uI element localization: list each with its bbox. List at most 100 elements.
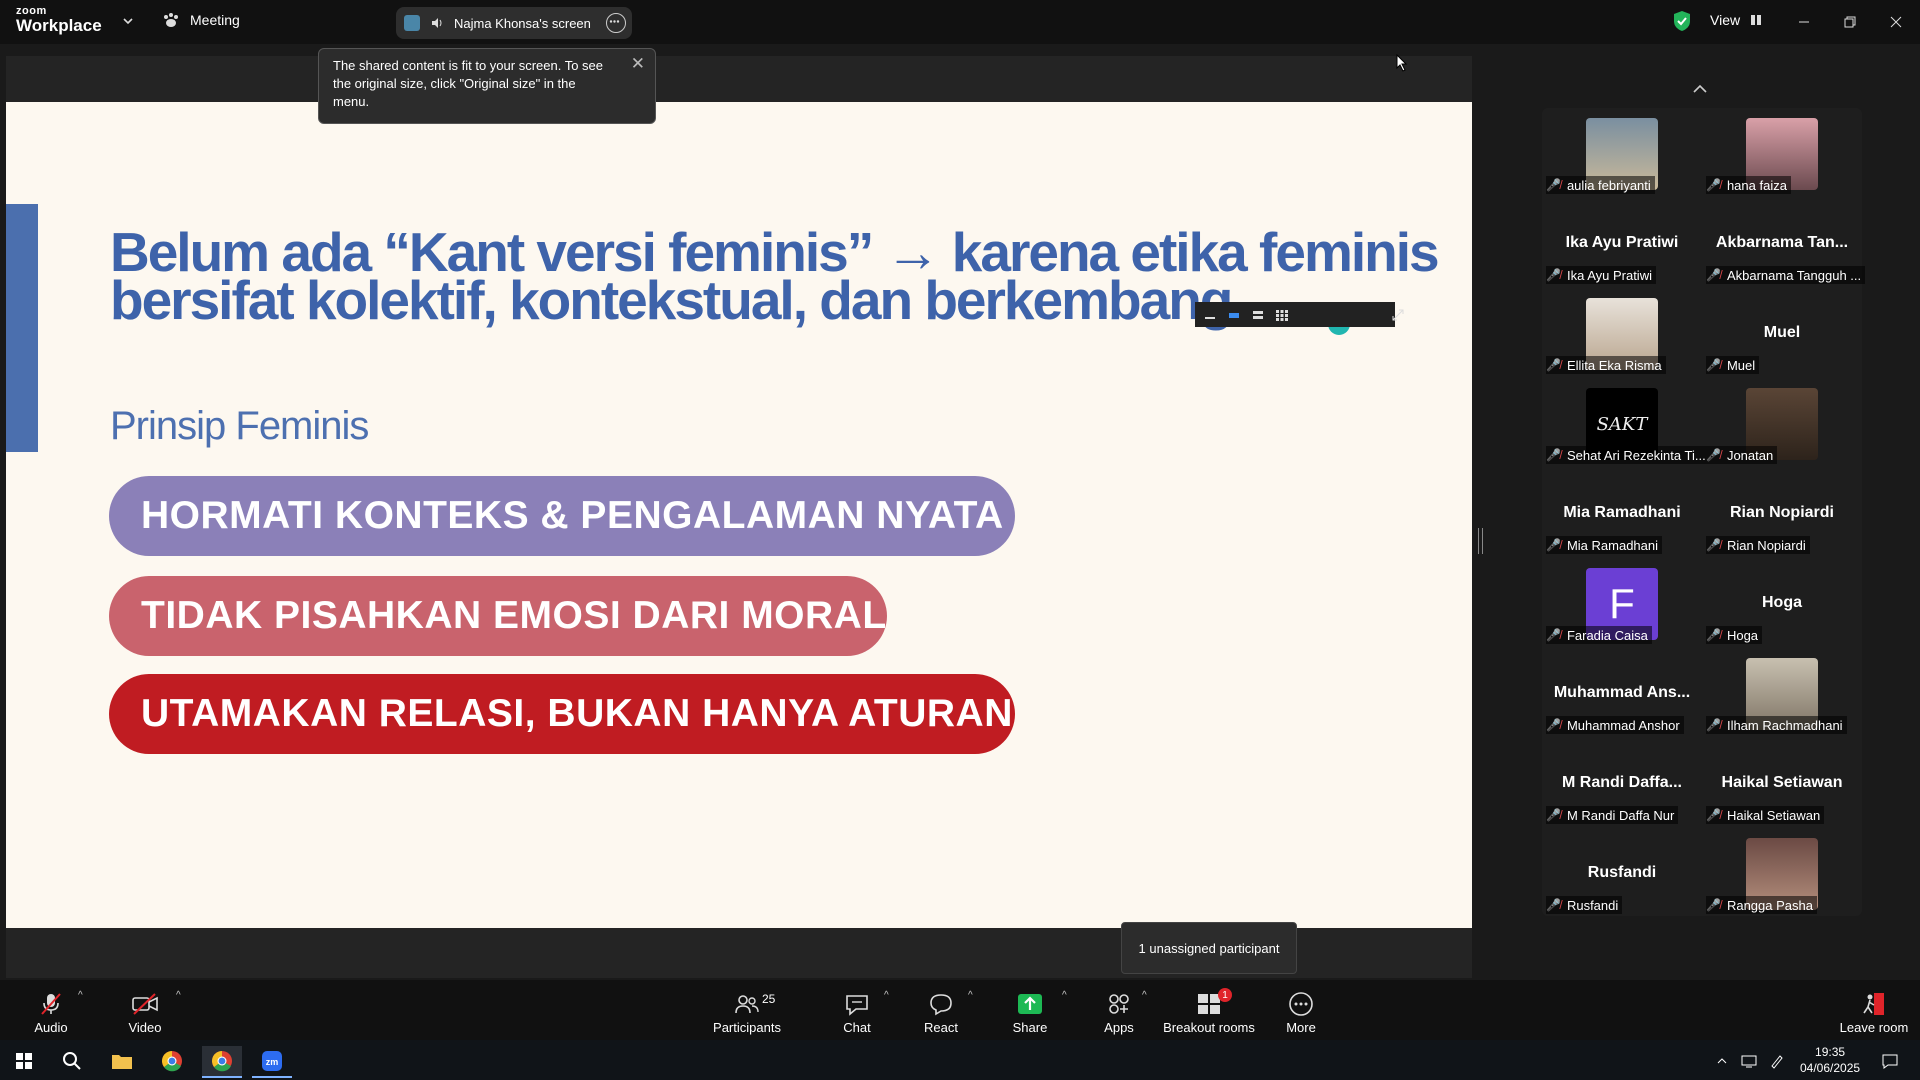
meeting-toolbar: Audio ^ Video ^ Participants 25 Chat ^ R… — [0, 980, 1920, 1040]
breakout-rooms-label: Breakout rooms — [1163, 1020, 1255, 1035]
mic-muted-icon: 🎤̸ — [1706, 808, 1721, 822]
notification-center-icon[interactable] — [1870, 1046, 1910, 1076]
unassigned-participant-tooltip: 1 unassigned participant — [1121, 922, 1297, 974]
chevron-down-icon[interactable] — [122, 15, 134, 27]
chat-options-caret-icon[interactable]: ^ — [884, 990, 889, 1001]
participant-gallery: 🎤̸ aulia febriyanti 🎤̸ hana faiza Ika Ayu … — [1542, 108, 1866, 918]
share-indicator[interactable]: Najma Khonsa's screen — [396, 7, 632, 39]
participant-tile[interactable]: 🎤̸ Rangga Pasha — [1702, 828, 1862, 918]
breakout-rooms-button[interactable]: Breakout rooms — [1163, 980, 1255, 1040]
mic-muted-icon: 🎤̸ — [1706, 358, 1721, 372]
apps-options-caret-icon[interactable]: ^ — [1142, 990, 1147, 1001]
fit-to-screen-notification: The shared content is fit to your screen… — [318, 48, 656, 124]
strip-view-icon[interactable] — [1251, 310, 1265, 320]
tooltip-text: 1 unassigned participant — [1138, 940, 1280, 956]
participant-tile[interactable]: 🎤̸ hana faiza — [1702, 108, 1862, 198]
mic-muted-icon: 🎤̸ — [1706, 628, 1721, 642]
system-clock[interactable]: 19:35 04/06/2025 — [1800, 1044, 1860, 1076]
mic-muted-icon — [38, 990, 64, 1018]
network-icon[interactable] — [1736, 1046, 1762, 1076]
participant-name: Hoga — [1726, 627, 1759, 643]
minimize-icon[interactable] — [1203, 310, 1217, 320]
share-indicator-label: Najma Khonsa's screen — [454, 15, 591, 31]
participant-label: 🎤̸ Faradia Caisa — [1546, 626, 1652, 644]
participant-tile[interactable]: Akbarnama Tan... 🎤̸ Akbarnama Tangguh ... — [1702, 198, 1866, 288]
mic-muted-icon: 🎤̸ — [1546, 268, 1561, 282]
encryption-shield-icon[interactable] — [1672, 10, 1692, 32]
participant-tile[interactable]: Muhammad Ans... 🎤̸ Muhammad Anshor — [1542, 648, 1702, 738]
participant-tile[interactable]: Hoga 🎤̸ Hoga — [1702, 558, 1862, 648]
grid-view-icon — [1750, 14, 1762, 26]
scroll-up-icon[interactable] — [1692, 84, 1708, 94]
video-button[interactable]: Video — [110, 980, 180, 1040]
speaker-view-icon[interactable] — [1227, 310, 1241, 320]
participant-tile[interactable]: SAKT 🎤̸ Sehat Ari Rezekinta Ti... — [1542, 378, 1706, 468]
participant-tile[interactable]: 🎤̸ Ilham Rachmadhani — [1702, 648, 1862, 738]
participant-name: aulia febriyanti — [1566, 177, 1651, 193]
participant-name: Ilham Rachmadhani — [1726, 717, 1843, 733]
gallery-view-icon[interactable] — [1275, 309, 1289, 321]
pen-icon[interactable] — [1764, 1046, 1790, 1076]
participant-tile[interactable]: Haikal Setiawan 🎤̸ Haikal Setiawan — [1702, 738, 1862, 828]
principle-pill: HORMATI KONTEKS & PENGALAMAN NYATA — [109, 476, 1015, 556]
video-options-caret-icon[interactable]: ^ — [176, 990, 181, 1001]
participant-tile[interactable]: 🎤̸ Jonatan — [1702, 378, 1862, 468]
chrome-active-icon[interactable] — [202, 1046, 242, 1078]
participant-tile[interactable]: Mia Ramadhani 🎤̸ Mia Ramadhani — [1542, 468, 1702, 558]
react-button[interactable]: React — [906, 980, 976, 1040]
participants-icon — [734, 990, 760, 1018]
participant-display-name: Hoga — [1762, 594, 1802, 611]
participant-name: Rusfandi — [1566, 897, 1619, 913]
show-hidden-icons-caret[interactable] — [1710, 1046, 1734, 1076]
close-window-button[interactable] — [1882, 8, 1910, 36]
panel-resize-handle[interactable] — [1478, 528, 1483, 554]
share-options-caret-icon[interactable]: ^ — [1062, 990, 1067, 1001]
leave-room-button[interactable]: Leave room — [1834, 980, 1914, 1040]
participant-name: Sehat Ari Rezekinta Ti... — [1566, 447, 1706, 463]
participant-tile[interactable]: 🎤̸ Ellita Eka Risma — [1542, 288, 1702, 378]
meeting-tab[interactable]: Meeting — [162, 12, 240, 28]
participant-tile[interactable]: Muel 🎤̸ Muel — [1702, 288, 1862, 378]
audio-options-caret-icon[interactable]: ^ — [78, 990, 83, 1001]
audio-button[interactable]: Audio — [16, 980, 86, 1040]
participant-name: Rian Nopiardi — [1726, 537, 1806, 553]
principle-pill: UTAMAKAN RELASI, BUKAN HANYA ATURAN — [109, 674, 1015, 754]
chat-button[interactable]: Chat — [822, 980, 892, 1040]
view-label: View — [1710, 12, 1741, 28]
participant-name: Haikal Setiawan — [1726, 807, 1821, 823]
presenter-mini-toolbar[interactable] — [1195, 302, 1404, 327]
restore-button[interactable] — [1836, 8, 1864, 36]
participant-tile[interactable]: Ika Ayu Pratiwi 🎤̸ Ika Ayu Pratiwi — [1542, 198, 1702, 288]
participant-name: Rangga Pasha — [1726, 897, 1813, 913]
more-options-icon[interactable] — [606, 13, 626, 33]
participant-tile[interactable]: Rian Nopiardi 🎤̸ Rian Nopiardi — [1702, 468, 1862, 558]
close-icon[interactable]: ✕ — [631, 55, 645, 73]
participant-tile[interactable]: 🎤̸ aulia febriyanti — [1542, 108, 1702, 198]
participant-tile[interactable]: Rusfandi 🎤̸ Rusfandi — [1542, 828, 1702, 918]
windows-start-icon[interactable] — [4, 1046, 44, 1076]
participants-button[interactable]: Participants — [711, 980, 783, 1040]
file-explorer-icon[interactable] — [102, 1046, 142, 1076]
participant-display-name: Muel — [1763, 324, 1801, 341]
participant-tile[interactable]: F 🎤̸ Faradia Caisa — [1542, 558, 1702, 648]
minimize-button[interactable] — [1790, 8, 1818, 36]
search-icon[interactable] — [52, 1046, 92, 1076]
mic-muted-icon: 🎤̸ — [1546, 178, 1561, 192]
windows-taskbar: zm 19:35 04/06/2025 — [0, 1040, 1920, 1080]
participant-name: Muhammad Anshor — [1566, 717, 1680, 733]
fullscreen-icon[interactable] — [1391, 308, 1405, 322]
chrome-icon[interactable] — [152, 1046, 192, 1076]
view-button[interactable]: View — [1710, 12, 1762, 28]
mic-muted-icon: 🎤̸ — [1546, 358, 1561, 372]
participant-label: 🎤̸ Ilham Rachmadhani — [1706, 716, 1847, 734]
speaker-icon[interactable] — [430, 16, 444, 30]
react-options-caret-icon[interactable]: ^ — [968, 990, 973, 1001]
participant-tile[interactable]: M Randi Daffa... 🎤̸ M Randi Daffa Nur — [1542, 738, 1702, 828]
mic-muted-icon: 🎤̸ — [1546, 448, 1561, 462]
apps-button[interactable]: Apps — [1084, 980, 1154, 1040]
participant-display-name: Akbarnama Tan... — [1715, 234, 1849, 251]
share-button[interactable]: Share — [995, 980, 1065, 1040]
zoom-app-icon[interactable]: zm — [252, 1046, 292, 1078]
participant-label: 🎤̸ Haikal Setiawan — [1706, 806, 1825, 824]
more-button[interactable]: More — [1266, 980, 1336, 1040]
